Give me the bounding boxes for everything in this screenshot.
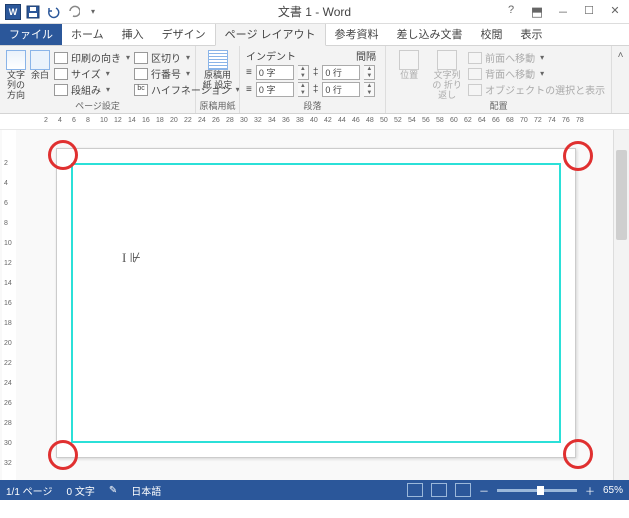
spacing-before-input[interactable]: 0 行 <box>322 65 360 80</box>
columns-button[interactable]: 段組み▾ <box>54 82 130 97</box>
size-button[interactable]: サイズ▾ <box>54 66 130 81</box>
crop-mark-bl <box>59 445 69 455</box>
view-read-mode-icon[interactable] <box>431 483 447 497</box>
view-web-layout-icon[interactable] <box>455 483 471 497</box>
ribbon-options-icon[interactable]: ⬒ <box>529 4 545 20</box>
help-icon[interactable]: ? <box>503 4 519 20</box>
qat-dropdown-icon[interactable]: ▾ <box>84 3 102 21</box>
undo-icon[interactable] <box>44 3 62 21</box>
tab-home[interactable]: ホーム <box>62 23 113 45</box>
spacing-before-spinner[interactable]: ▲▼ <box>364 65 375 80</box>
tab-references[interactable]: 参考資料 <box>326 23 388 45</box>
group-manuscript: 原稿用紙 設定 原稿用紙 <box>196 46 240 113</box>
status-words[interactable]: 0 文字 <box>66 483 94 498</box>
bring-forward-button: 前面へ移動▾ <box>468 50 605 65</box>
title-bar: W ▾ 文書 1 - Word ? ⬒ － ☐ ✕ <box>0 0 629 24</box>
spacing-after-spinner[interactable]: ▲▼ <box>364 82 375 97</box>
orientation-button[interactable]: 印刷の向き▾ <box>54 50 130 65</box>
redo-icon[interactable] <box>64 3 82 21</box>
indent-right-icon: ≡ <box>246 84 252 95</box>
group-page-setup: 文字列の 方向 余白 印刷の向き▾ サイズ▾ 段組み▾ 区切り▾ 行番号▾ bc… <box>0 46 196 113</box>
document-area: 2468101214161820222426283032 I ⊮ <box>0 130 629 480</box>
horizontal-ruler[interactable]: 2468101214161820222426283032343638404244… <box>0 114 629 130</box>
indent-left-spinner[interactable]: ▲▼ <box>298 65 309 80</box>
crop-mark-tl <box>59 151 69 161</box>
margin-guide <box>71 163 561 443</box>
window-title: 文書 1 - Word <box>278 3 351 20</box>
status-proofing-icon[interactable]: ✎ <box>109 485 117 496</box>
save-icon[interactable] <box>24 3 42 21</box>
crop-mark-tr <box>563 151 573 161</box>
zoom-out-icon[interactable]: － <box>479 483 489 498</box>
quick-access-toolbar: W ▾ <box>0 3 106 21</box>
ribbon-tabs: ファイル ホーム 挿入 デザイン ページ レイアウト 参考資料 差し込み文書 校… <box>0 24 629 46</box>
indent-right-spinner[interactable]: ▲▼ <box>298 82 309 97</box>
word-app-icon: W <box>4 3 22 21</box>
tab-view[interactable]: 表示 <box>512 23 552 45</box>
indent-left-input[interactable]: 0 字 <box>256 65 294 80</box>
spacing-after-icon: ‡ <box>313 84 319 95</box>
tab-mailings[interactable]: 差し込み文書 <box>388 23 472 45</box>
zoom-in-icon[interactable]: ＋ <box>585 483 595 498</box>
status-language[interactable]: 日本語 <box>131 483 161 498</box>
tab-page-layout[interactable]: ページ レイアウト <box>215 22 326 46</box>
tab-file[interactable]: ファイル <box>0 23 62 45</box>
tab-insert[interactable]: 挿入 <box>113 23 153 45</box>
indent-left-icon: ≡ <box>246 67 252 78</box>
close-icon[interactable]: ✕ <box>607 4 623 20</box>
status-page[interactable]: 1/1 ページ <box>6 483 52 498</box>
vertical-scrollbar[interactable] <box>613 130 629 480</box>
collapse-ribbon-icon[interactable]: ˄ <box>612 46 629 113</box>
zoom-slider[interactable] <box>497 489 577 492</box>
vertical-ruler[interactable]: 2468101214161820222426283032 <box>2 130 16 480</box>
indent-right-input[interactable]: 0 字 <box>256 82 294 97</box>
tab-review[interactable]: 校閲 <box>472 23 512 45</box>
group-paragraph: インデント間隔 ≡ 0 字▲▼ ‡ 0 行▲▼ ≡ 0 字▲▼ ‡ 0 行▲▼ … <box>240 46 386 113</box>
maximize-icon[interactable]: ☐ <box>581 4 597 20</box>
view-print-layout-icon[interactable] <box>407 483 423 497</box>
window-controls: ? ⬒ － ☐ ✕ <box>503 4 629 20</box>
selection-pane-button[interactable]: オブジェクトの選択と表示 <box>468 82 605 97</box>
page[interactable] <box>56 148 576 458</box>
tab-design[interactable]: デザイン <box>153 23 215 45</box>
zoom-level[interactable]: 65% <box>603 485 623 496</box>
send-backward-button: 背面へ移動▾ <box>468 66 605 81</box>
status-bar: 1/1 ページ 0 文字 ✎ 日本語 － ＋ 65% <box>0 480 629 500</box>
arrange-label: 配置 <box>386 99 611 112</box>
spacing-before-icon: ‡ <box>313 67 319 78</box>
manuscript-label: 原稿用紙 <box>196 99 239 112</box>
crop-mark-br <box>563 445 573 455</box>
text-cursor-icon: I ⊮ <box>122 250 141 266</box>
minimize-icon[interactable]: － <box>555 4 571 20</box>
group-arrange: 位置 文字列の 折り返し 前面へ移動▾ 背面へ移動▾ オブジェクトの選択と表示 … <box>386 46 612 113</box>
ribbon: 文字列の 方向 余白 印刷の向き▾ サイズ▾ 段組み▾ 区切り▾ 行番号▾ bc… <box>0 46 629 114</box>
page-setup-label: ページ設定 <box>0 99 195 112</box>
paragraph-label: 段落 <box>240 99 385 112</box>
spacing-after-input[interactable]: 0 行 <box>322 82 360 97</box>
